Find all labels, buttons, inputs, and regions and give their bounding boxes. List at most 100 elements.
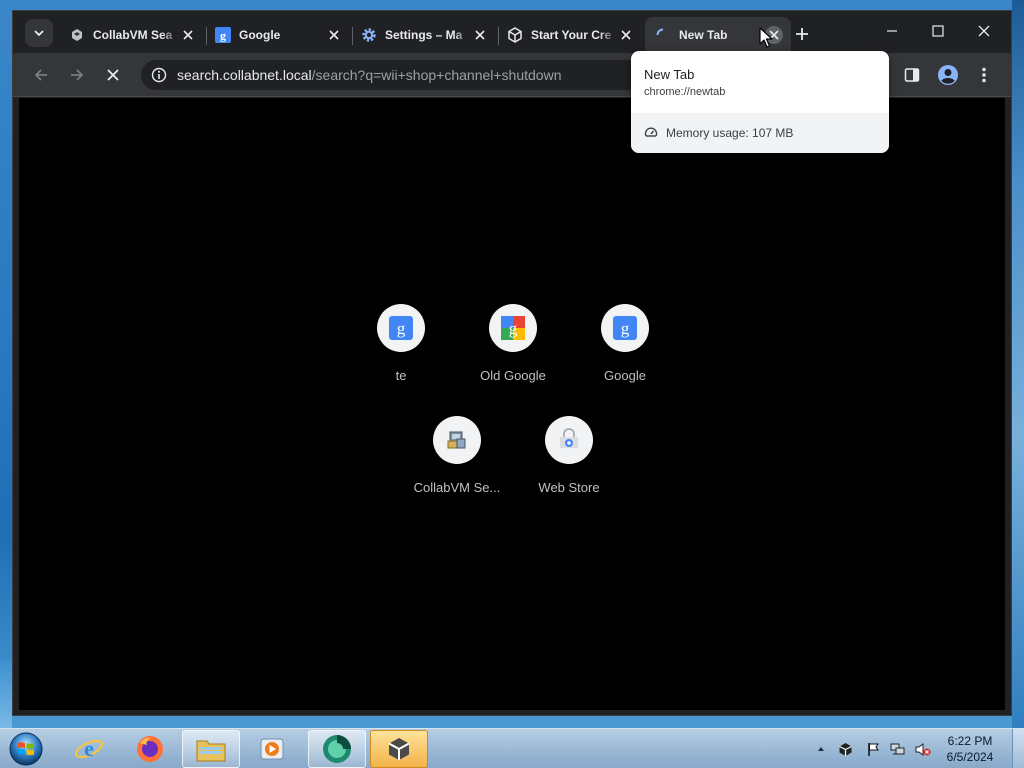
close-icon <box>107 69 119 81</box>
start-button[interactable] <box>6 730 46 768</box>
mouse-cursor-icon <box>759 27 773 48</box>
shortcut-label: CollabVM Se... <box>413 480 501 495</box>
tab-search-button[interactable] <box>25 19 53 47</box>
file-explorer-icon <box>196 740 226 762</box>
side-panel-icon <box>904 68 920 82</box>
tab-unity[interactable]: Start Your Cre <box>497 17 643 53</box>
taskbar-browser[interactable] <box>308 730 366 768</box>
speedometer-icon <box>644 127 658 137</box>
plus-icon <box>796 28 808 40</box>
media-player-icon <box>260 738 284 760</box>
google-g-icon: g <box>215 27 231 43</box>
side-panel-button[interactable] <box>900 63 924 87</box>
tab-google[interactable]: g Google <box>205 17 351 53</box>
close-tab-icon[interactable] <box>471 26 489 44</box>
stop-loading-button[interactable] <box>101 63 125 87</box>
new-tab-page: g te g Old Google g Google CollabVM Se..… <box>19 98 1005 710</box>
taskbar-media-player[interactable] <box>243 730 301 768</box>
memory-usage-text: Memory usage: 107 MB <box>666 126 794 140</box>
flag-icon <box>867 742 879 756</box>
avatar-icon <box>938 65 958 85</box>
arrow-left-icon <box>34 69 47 81</box>
forward-button[interactable] <box>65 63 89 87</box>
tab-title: Settings – Ma <box>385 28 463 42</box>
shortcut-tile[interactable]: Web Store <box>513 416 625 528</box>
unity-tray-icon <box>838 742 852 756</box>
tab-title: CollabVM Sea <box>93 28 173 42</box>
shortcut-icon-circle <box>545 416 593 464</box>
tab-settings[interactable]: Settings – Ma <box>351 17 497 53</box>
tray-action-center[interactable] <box>865 741 881 757</box>
tab-hover-card: New Tab chrome://newtab Memory usage: 10… <box>631 51 889 153</box>
show-hidden-icons-button[interactable] <box>813 741 829 757</box>
web-store-icon <box>560 428 578 448</box>
shortcut-tile[interactable]: g te <box>345 304 457 416</box>
old-google-icon: g <box>501 316 525 340</box>
shortcut-icon-circle: g <box>601 304 649 352</box>
shortcut-label: Web Store <box>538 480 600 495</box>
shortcut-tile[interactable]: CollabVM Se... <box>401 416 513 528</box>
shortcut-tile[interactable]: g Google <box>569 304 681 416</box>
unity-icon <box>507 27 523 43</box>
tab-strip: CollabVM Sea g Google Settings – Ma Star… <box>13 11 1011 53</box>
minimize-button[interactable] <box>877 19 907 43</box>
minimize-icon <box>887 30 897 32</box>
url-host: search.collabnet.local <box>177 67 312 83</box>
shortcut-icon-circle: g <box>377 304 425 352</box>
chevron-down-icon <box>34 30 44 37</box>
system-clock[interactable]: 6:22 PM 6/5/2024 <box>938 733 1002 765</box>
taskbar-ie[interactable]: e <box>60 730 118 768</box>
tray-network[interactable] <box>890 741 906 757</box>
new-tab-button[interactable] <box>791 23 813 45</box>
menu-button[interactable] <box>972 63 996 87</box>
shortcut-label: Old Google <box>480 368 546 383</box>
close-icon <box>978 25 990 37</box>
settings-gear-icon <box>361 27 377 43</box>
close-tab-icon[interactable] <box>179 26 197 44</box>
svg-text:e: e <box>84 736 94 761</box>
tab-title: New Tab <box>679 28 728 42</box>
shortcut-label: te <box>395 368 407 383</box>
internet-explorer-icon: e <box>74 736 104 761</box>
taskbar-unity[interactable] <box>370 730 428 768</box>
desktop-background-left <box>0 660 12 728</box>
shortcut-label: Google <box>604 368 646 383</box>
svg-text:g: g <box>397 319 406 338</box>
shortcut-icon-circle <box>433 416 481 464</box>
arrow-right-icon <box>71 69 84 81</box>
url-path: /search?q=wii+shop+channel+shutdown <box>311 67 562 83</box>
hovercard-title: New Tab <box>644 67 695 82</box>
taskbar-firefox[interactable] <box>121 730 179 768</box>
browser-app-icon <box>323 735 351 763</box>
shortcut-icon-circle: g <box>489 304 537 352</box>
chevron-up-icon <box>818 747 824 751</box>
taskbar: e 6:22 PM 6/5/2024 <box>0 728 1024 768</box>
close-tab-icon[interactable] <box>617 26 635 44</box>
tray-volume[interactable] <box>915 741 931 757</box>
windows-start-icon <box>9 732 43 766</box>
desktop-background <box>1012 0 1024 728</box>
volume-muted-icon <box>915 742 931 756</box>
tab-collabvm[interactable]: CollabVM Sea <box>59 17 205 53</box>
hovercard-url: chrome://newtab <box>644 86 726 98</box>
maximize-button[interactable] <box>923 19 953 43</box>
clock-time: 6:22 PM <box>947 734 993 748</box>
more-vertical-icon <box>982 67 986 83</box>
info-icon[interactable] <box>149 65 169 85</box>
close-window-button[interactable] <box>969 19 999 43</box>
svg-text:g: g <box>220 29 226 43</box>
show-desktop-button[interactable] <box>1012 729 1024 768</box>
taskbar-explorer[interactable] <box>182 730 240 768</box>
collabvm-icon <box>447 431 466 449</box>
tray-unity[interactable] <box>837 741 853 757</box>
tab-title: Start Your Cre <box>531 28 612 42</box>
maximize-icon <box>932 25 944 37</box>
profile-button[interactable] <box>936 63 960 87</box>
network-icon <box>890 743 905 754</box>
shortcut-tile[interactable]: g Old Google <box>457 304 569 416</box>
close-tab-icon[interactable] <box>325 26 343 44</box>
collabvm-icon <box>69 27 85 43</box>
loading-spinner-icon <box>655 27 671 43</box>
back-button[interactable] <box>29 63 53 87</box>
clock-date: 6/5/2024 <box>946 750 994 764</box>
